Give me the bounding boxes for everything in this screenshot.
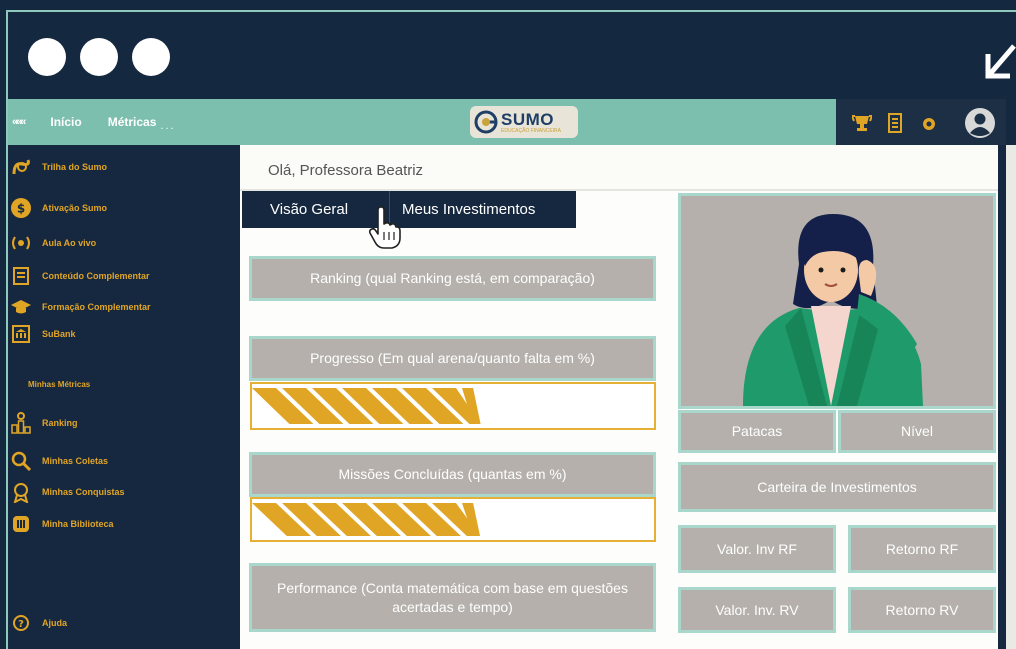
path-icon [10,156,32,178]
sidebar-item-label: Aula Ao vivo [42,238,97,248]
svg-text:$: $ [17,202,25,216]
greeting-text: Olá, Professora Beatriz [268,162,424,179]
missions-progress-fill [252,503,481,536]
sumo-logo-icon [474,110,498,134]
nivel-card[interactable]: Nível [838,410,996,453]
settings-icon[interactable] [920,115,938,133]
sidebar-item-label: Minhas Conquistas [42,487,125,497]
sumo-logo: SUMO EDUCAÇÃO FINANCEIRA [470,106,578,138]
carteira-investimentos-card[interactable]: Carteira de Investimentos [678,462,996,512]
window-controls [28,38,170,76]
medal-icon [10,481,32,503]
sidebar-item-label: SuBank [42,329,76,339]
sidebar-item-biblioteca[interactable]: Minha Biblioteca [10,513,114,535]
sidebar-item-label: Minha Biblioteca [42,519,114,529]
valor-inv-rv-card[interactable]: Valor. Inv. RV [678,587,836,633]
sidebar-item-formacao[interactable]: Formação Complementar [10,296,151,318]
teacher-avatar-illustration [743,214,923,406]
tabs: Visão Geral Meus Investimentos [242,191,576,228]
sidebar-item-label: Trilha do Sumo [42,162,108,172]
sidebar-item-subank[interactable]: SuBank [10,323,76,345]
collapse-sidebar-button[interactable]: ««« [12,116,26,128]
right-edge-strip [1005,145,1016,649]
sidebar-item-conquistas[interactable]: Minhas Conquistas [10,481,125,503]
progress-card[interactable]: Progresso (Em qual arena/quanto falta em… [249,336,656,381]
retorno-rf-card[interactable]: Retorno RF [848,525,996,573]
minimize-window-button[interactable] [80,38,118,76]
user-avatar-icon[interactable] [964,107,996,139]
hand-cursor-icon [368,206,401,249]
sidebar-item-label: Formação Complementar [42,302,151,312]
retorno-rv-card[interactable]: Retorno RV [848,587,996,633]
sidebar-item-trilha[interactable]: Trilha do Sumo [10,156,107,178]
maximize-window-button[interactable] [132,38,170,76]
close-window-button[interactable] [28,38,66,76]
patacas-card[interactable]: Patacas [678,410,836,453]
nav-more-dots: ... [160,120,176,132]
logo-tagline: EDUCAÇÃO FINANCEIRA [501,127,562,134]
sidebar-item-label: Ranking [42,418,78,428]
sidebar-item-aula-ao-vivo[interactable]: Aula Ao vivo [10,232,96,254]
progress-bar [250,382,656,430]
tab-meus-investimentos[interactable]: Meus Investimentos [390,191,576,228]
svg-text:?: ? [18,619,24,630]
ranking-card[interactable]: Ranking (qual Ranking está, em comparaçã… [249,256,656,301]
logo-text: SUMO [501,109,554,129]
search-icon [10,450,32,472]
performance-card[interactable]: Performance (Conta matemática com base e… [249,563,656,632]
graduation-cap-icon [10,296,32,318]
sidebar-item-ajuda[interactable]: ? Ajuda [10,612,67,634]
document-icon [10,265,32,287]
sidebar-item-label: Minhas Coletas [42,456,109,466]
ledger-icon[interactable] [888,113,902,133]
sidebar-item-ranking[interactable]: Ranking [10,412,78,434]
nav-metricas[interactable]: Métricas [108,115,157,129]
sidebar-section-title: Minhas Métricas [28,380,91,389]
missions-card[interactable]: Missões Concluídas (quantas em %) [249,452,656,497]
trophy-icon[interactable] [852,113,872,131]
sidebar-item-ativacao[interactable]: $ Ativação Sumo [10,197,107,219]
valor-inv-rf-card[interactable]: Valor. Inv RF [678,525,836,573]
help-icon: ? [10,612,32,634]
bank-icon [10,323,32,345]
sidebar-item-conteudo[interactable]: Conteúdo Complementar [10,265,150,287]
sidebar-item-label: Ajuda [42,618,68,628]
missions-progress-bar [250,497,656,542]
coin-icon: $ [10,197,32,219]
expand-diagonal-icon[interactable] [984,28,1016,80]
right-edge [998,145,1006,649]
sidebar [8,145,240,649]
progress-bar-fill [252,388,481,424]
ranking-icon [10,412,32,434]
top-navigation-bar: ««« Início Métricas ... [8,99,836,145]
broadcast-icon [10,232,32,254]
profile-illustration [678,193,996,409]
sidebar-item-coletas[interactable]: Minhas Coletas [10,450,108,472]
sidebar-item-label: Ativação Sumo [42,203,108,213]
sidebar-item-label: Conteúdo Complementar [42,271,150,281]
library-icon [10,513,32,535]
nav-inicio[interactable]: Início [50,115,81,129]
